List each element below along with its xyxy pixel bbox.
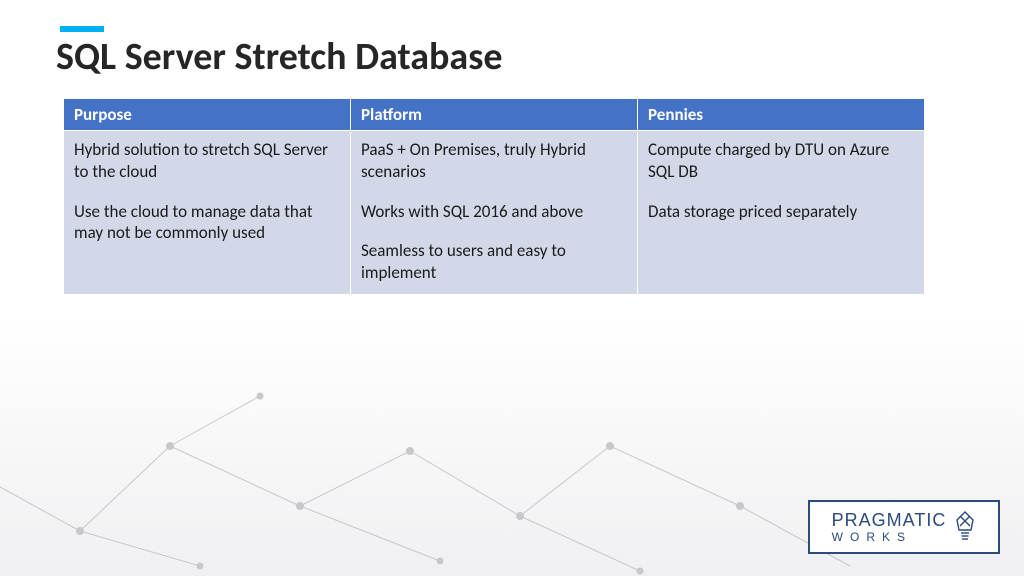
header-purpose: Purpose xyxy=(64,99,351,131)
cell-platform: PaaS + On Premises, truly Hybrid scenari… xyxy=(351,131,638,295)
lightbulb-icon xyxy=(954,510,976,544)
table-row: Hybrid solution to stretch SQL Server to… xyxy=(64,131,925,295)
cell-text: Seamless to users and easy to implement xyxy=(361,240,627,284)
cell-text: Compute charged by DTU on Azure SQL DB xyxy=(648,139,914,183)
header-pennies: Pennies xyxy=(638,99,925,131)
pragmatic-works-logo: PRAGMATIC WORKS xyxy=(808,500,1000,554)
slide-title: SQL Server Stretch Database xyxy=(56,34,502,80)
accent-bar xyxy=(60,26,104,32)
cell-text: PaaS + On Premises, truly Hybrid scenari… xyxy=(361,139,627,183)
logo-line1: PRAGMATIC xyxy=(832,511,947,529)
cell-purpose: Hybrid solution to stretch SQL Server to… xyxy=(64,131,351,295)
cell-text: Works with SQL 2016 and above xyxy=(361,201,627,223)
comparison-table: Purpose Platform Pennies Hybrid solution… xyxy=(63,98,925,295)
cell-text: Data storage priced separately xyxy=(648,201,914,223)
table-header-row: Purpose Platform Pennies xyxy=(64,99,925,131)
cell-text: Use the cloud to manage data that may no… xyxy=(74,201,340,245)
header-platform: Platform xyxy=(351,99,638,131)
cell-text: Hybrid solution to stretch SQL Server to… xyxy=(74,139,340,183)
logo-text: PRAGMATIC WORKS xyxy=(832,511,947,543)
cell-pennies: Compute charged by DTU on Azure SQL DB D… xyxy=(638,131,925,295)
logo-line2: WORKS xyxy=(832,531,947,543)
